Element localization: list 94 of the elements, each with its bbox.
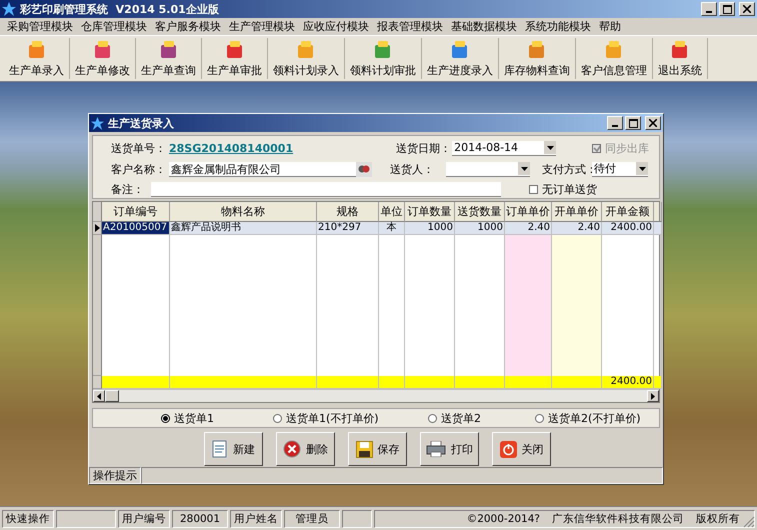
caret-icon	[544, 141, 556, 154]
document-icon	[212, 440, 228, 458]
payment-dropdown[interactable]: 待付	[592, 162, 648, 176]
deliverer-dropdown[interactable]	[446, 162, 530, 176]
menu-item[interactable]: 基础数据模块	[447, 19, 521, 34]
maximize-button[interactable]	[625, 116, 641, 130]
toolbar-button[interactable]: 库存物料查询	[499, 38, 576, 79]
toolbar-button[interactable]: 生产单录入	[4, 38, 70, 79]
close-icon	[743, 5, 751, 13]
table-cell: 1000	[455, 222, 505, 235]
status-panel	[342, 510, 372, 528]
action-button[interactable]: 关闭	[492, 432, 551, 466]
status-value: 280001	[172, 510, 228, 528]
remark-field[interactable]	[151, 182, 501, 198]
toolbar-button[interactable]: 生产单审批	[202, 38, 268, 79]
radio-button[interactable]: 送货单1	[161, 410, 273, 426]
maximize-button[interactable]	[719, 2, 735, 16]
dialog-title: 生产送货录入	[108, 116, 174, 130]
field-label: 送货日期：	[396, 140, 452, 156]
table-cell: 本	[379, 222, 405, 235]
toolbar-button[interactable]: 领料计划审批	[345, 38, 422, 79]
rights-text: 版权所有	[696, 512, 740, 526]
status-value: 管理员	[284, 510, 340, 528]
menu-item[interactable]: 采购管理模块	[3, 19, 77, 34]
right-arrow-icon	[651, 392, 655, 400]
caret-icon	[636, 162, 648, 175]
action-button[interactable]: 新建	[204, 432, 263, 466]
caret-icon	[518, 162, 530, 175]
status-panel	[56, 510, 116, 528]
menu-item[interactable]: 系统功能模块	[521, 19, 595, 34]
no-order-checkbox[interactable]: 无订单送货	[529, 182, 597, 198]
table-row[interactable]: A201005007 鑫辉产品说明书 210*297 本 1000 1000 2.40 2.40 2400.00	[93, 222, 659, 235]
minimize-button[interactable]	[701, 2, 717, 16]
radio-button[interactable]: 送货单2(不打单价)	[535, 410, 641, 426]
printer-icon	[426, 441, 446, 457]
close-icon	[649, 119, 657, 127]
total-cell	[505, 376, 552, 389]
toolbar-button[interactable]: 生产单查询	[136, 38, 202, 79]
star-icon	[2, 2, 16, 16]
close-button[interactable]	[645, 116, 661, 130]
date-dropdown[interactable]: 2014-08-14	[452, 140, 556, 156]
toolbar-button[interactable]: 生产进度录入	[422, 38, 499, 79]
toolbar-button[interactable]: 客户信息管理	[576, 38, 653, 79]
window-title: 彩艺印刷管理系统 V2014 5.01企业版	[20, 2, 219, 16]
minimize-button[interactable]	[607, 116, 623, 130]
radio-button[interactable]: 送货单2	[428, 410, 535, 426]
action-button[interactable]: 打印	[420, 432, 479, 466]
customer-field[interactable]: 鑫辉金属制品有限公司	[169, 162, 356, 176]
menu-item[interactable]: 帮助	[595, 19, 625, 34]
lookup-button[interactable]	[356, 162, 372, 176]
table-cell: 鑫辉产品说明书	[170, 222, 317, 235]
star-icon	[91, 116, 104, 130]
action-button[interactable]: 保存	[348, 432, 407, 466]
menu-item[interactable]: 客户服务模块	[151, 19, 225, 34]
field-label: 送货单号：	[111, 140, 167, 156]
checkmark-icon	[593, 144, 600, 153]
table-cell: 2.40	[552, 222, 602, 235]
row-header[interactable]	[93, 222, 102, 235]
table-cell: 2400.00	[602, 222, 654, 235]
table-cell: 210*297	[317, 222, 379, 235]
maximize-icon	[628, 118, 638, 128]
field-label: 支付方式：	[542, 162, 592, 176]
horizontal-scrollbar[interactable]	[93, 389, 659, 402]
menu-item[interactable]: 报表管理模块	[373, 19, 447, 34]
status-label: 用户编号	[118, 510, 170, 528]
delete-icon	[283, 440, 301, 458]
status-label: 用户姓名	[230, 510, 282, 528]
copyright-text: ©2000-2014?	[466, 512, 540, 526]
menu-item[interactable]: 生产管理模块	[225, 19, 299, 34]
table-cell: 1000	[405, 222, 455, 235]
toolbar-button[interactable]: 领料计划录入	[268, 38, 345, 79]
left-arrow-icon	[97, 392, 101, 400]
table-cell: A201005007	[102, 222, 170, 235]
toolbar-button[interactable]: 生产单修改	[70, 38, 136, 79]
action-button[interactable]: 删除	[276, 432, 335, 466]
row-pointer-icon	[94, 224, 100, 232]
total-cell: 2400.00	[602, 376, 654, 389]
hint-label: 操作提示	[89, 467, 141, 484]
field-label: 客户名称：	[111, 162, 167, 176]
people-icon	[358, 164, 370, 174]
toolbar-button[interactable]: 退出系统	[653, 38, 708, 79]
field-label: 备注：	[111, 182, 145, 198]
radio-button[interactable]: 送货单1(不打单价)	[273, 410, 428, 426]
delivery-number-link[interactable]: 28SG201408140001	[169, 142, 294, 155]
status-label: 快速操作	[2, 510, 54, 528]
maximize-icon	[722, 4, 732, 14]
menu-item[interactable]: 应收应付模块	[299, 19, 373, 34]
total-cell	[552, 376, 602, 389]
field-label: 送货人：	[390, 162, 435, 176]
table-cell: 2.40	[505, 222, 552, 235]
power-icon	[500, 440, 516, 458]
company-name: 广东信华软件科技有限公司	[552, 512, 684, 526]
menu-item[interactable]: 仓库管理模块	[77, 19, 151, 34]
close-button[interactable]	[739, 2, 755, 16]
